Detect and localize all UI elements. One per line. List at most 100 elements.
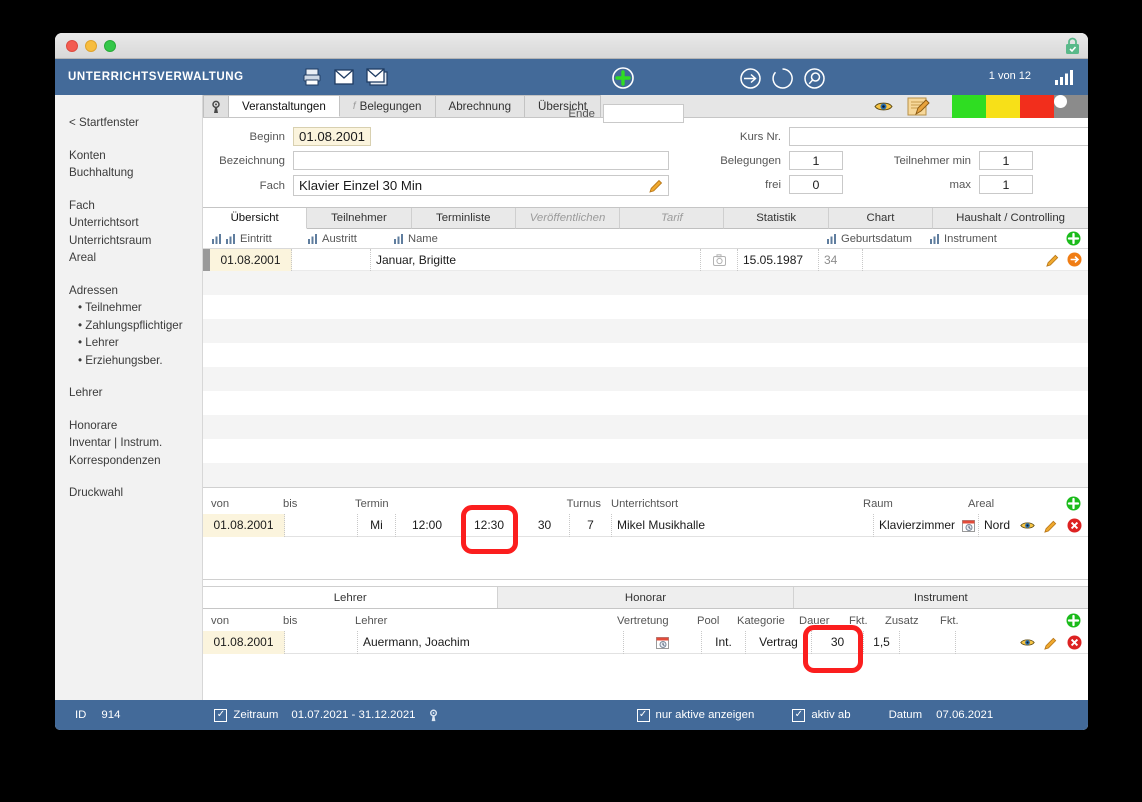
calendar-clock-icon[interactable] bbox=[962, 519, 975, 532]
beginn-input[interactable]: 01.08.2001 bbox=[293, 127, 371, 146]
table-row[interactable]: 01.08.2001 Januar, Brigitte 15.05.1987 3… bbox=[203, 248, 1088, 271]
sidebar-item-druckwahl[interactable]: Druckwahl bbox=[69, 484, 202, 502]
sidebar-back-startfenster[interactable]: < Startfenster bbox=[69, 114, 202, 132]
delete-circle-red-icon[interactable] bbox=[1067, 518, 1082, 533]
frei-input[interactable]: 0 bbox=[789, 175, 843, 194]
cell-termin-bis[interactable] bbox=[285, 513, 358, 537]
col-eintritt[interactable]: Eintritt bbox=[240, 233, 308, 245]
mail-stack-icon[interactable] bbox=[366, 68, 388, 86]
datum-value[interactable]: 07.06.2021 bbox=[936, 709, 993, 721]
cell-vertretung[interactable] bbox=[624, 630, 702, 654]
ende-input[interactable] bbox=[603, 104, 684, 123]
cell-zeit-von[interactable]: 12:00 bbox=[396, 514, 458, 537]
cell-eintritt[interactable]: 01.08.2001 bbox=[210, 248, 292, 271]
gear-icon[interactable] bbox=[427, 708, 441, 722]
sidebar-item-korrespondenzen[interactable]: Korrespondenzen bbox=[69, 452, 202, 470]
cell-name[interactable]: Januar, Brigitte bbox=[371, 248, 701, 271]
tab-veranstaltungen[interactable]: Veranstaltungen bbox=[229, 95, 340, 117]
tab-uebersicht[interactable]: Übersicht bbox=[203, 208, 308, 229]
belegungen-input[interactable]: 1 bbox=[789, 151, 843, 170]
sort-icon[interactable] bbox=[226, 233, 236, 244]
delete-circle-red-icon[interactable] bbox=[1067, 635, 1082, 650]
sidebar-item-fach[interactable]: Fach bbox=[69, 197, 202, 215]
calendar-clock-icon[interactable] bbox=[656, 636, 669, 649]
sort-icon[interactable] bbox=[212, 233, 222, 244]
arrow-right-circle-orange-icon[interactable] bbox=[1067, 252, 1082, 267]
pencil-icon[interactable] bbox=[1044, 636, 1058, 650]
bezeichnung-input[interactable] bbox=[293, 151, 669, 170]
cell-raum[interactable]: Klavierzimmer bbox=[874, 514, 962, 537]
tab-abrechnung[interactable]: Abrechnung bbox=[435, 95, 526, 117]
tab-teilnehmer[interactable]: Teilnehmer bbox=[307, 208, 412, 229]
col-raum[interactable]: Raum bbox=[863, 498, 968, 510]
tab-lehrer[interactable]: Lehrer bbox=[203, 587, 499, 608]
sidebar-item-erziehungsber[interactable]: Erziehungsber. bbox=[69, 352, 202, 370]
add-record-icon[interactable] bbox=[612, 67, 634, 89]
sidebar-item-areal[interactable]: Areal bbox=[69, 249, 202, 267]
printer-icon[interactable] bbox=[302, 67, 322, 87]
col-fkt2[interactable]: Fkt. bbox=[940, 615, 959, 627]
search-circle-icon[interactable] bbox=[804, 68, 825, 89]
col-name[interactable]: Name bbox=[408, 233, 827, 245]
sidebar-item-konten[interactable]: Konten bbox=[69, 147, 202, 165]
tab-settings-button[interactable] bbox=[203, 95, 229, 117]
tab-statistik[interactable]: Statistik bbox=[724, 208, 829, 229]
sort-icon[interactable] bbox=[930, 233, 940, 244]
cell-geburtsdatum[interactable]: 15.05.1987 bbox=[737, 248, 819, 271]
tab-honorar[interactable]: Honorar bbox=[498, 587, 794, 608]
pencil-icon[interactable] bbox=[1044, 519, 1058, 533]
status-light-yellow[interactable] bbox=[986, 95, 1020, 118]
nur-aktive-checkbox[interactable]: ✓ bbox=[636, 708, 650, 722]
plus-circle-green-icon[interactable] bbox=[1066, 231, 1081, 246]
cell-zusatz[interactable] bbox=[900, 630, 956, 654]
sort-icon[interactable] bbox=[308, 233, 318, 244]
note-edit-icon[interactable] bbox=[907, 96, 930, 117]
cell-dauer-minuten[interactable]: 30 bbox=[520, 513, 570, 537]
col-turnus[interactable]: Turnus bbox=[525, 498, 601, 510]
cell-fkt1[interactable]: 1,5 bbox=[864, 630, 900, 654]
status-light-red[interactable] bbox=[1020, 95, 1054, 118]
col-unterrichtsort[interactable]: Unterrichtsort bbox=[601, 498, 863, 510]
col-termin-von[interactable]: von bbox=[203, 498, 283, 510]
sidebar-item-buchhaltung[interactable]: Buchhaltung bbox=[69, 164, 202, 182]
col-zusatz[interactable]: Zusatz bbox=[885, 615, 940, 627]
cell-kategorie[interactable]: Vertrag bbox=[746, 630, 812, 654]
col-dauer[interactable]: Dauer bbox=[799, 615, 849, 627]
col-lehrer-bis[interactable]: bis bbox=[283, 615, 355, 627]
max-input[interactable]: 1 bbox=[979, 175, 1033, 194]
cell-pool[interactable]: Int. bbox=[702, 630, 746, 654]
arrow-right-circle-icon[interactable] bbox=[740, 68, 761, 89]
plus-circle-green-icon[interactable] bbox=[1066, 613, 1081, 628]
sort-icon[interactable] bbox=[827, 233, 837, 244]
bar-chart-icon[interactable] bbox=[1054, 69, 1074, 85]
sidebar-item-unterrichtsort[interactable]: Unterrichtsort bbox=[69, 214, 202, 232]
sidebar-item-unterrichtsraum[interactable]: Unterrichtsraum bbox=[69, 232, 202, 250]
cell-lehrer-von[interactable]: 01.08.2001 bbox=[203, 630, 285, 654]
tab-haushalt-controlling[interactable]: Haushalt / Controlling bbox=[933, 208, 1088, 229]
sidebar-item-lehrer[interactable]: Lehrer bbox=[69, 384, 202, 402]
col-lehrer-von[interactable]: von bbox=[203, 615, 283, 627]
sidebar-item-adressen[interactable]: Adressen bbox=[69, 282, 202, 300]
col-geburtsdatum[interactable]: Geburtsdatum bbox=[841, 233, 930, 245]
cell-unterrichtsort[interactable]: Mikel Musikhalle bbox=[612, 513, 874, 537]
sort-icon[interactable] bbox=[394, 233, 404, 244]
mail-icon[interactable] bbox=[334, 69, 354, 85]
camera-icon[interactable] bbox=[712, 253, 726, 266]
status-light-green[interactable] bbox=[952, 95, 986, 118]
zoom-button[interactable] bbox=[104, 40, 116, 52]
tab-veroeffentlichen[interactable]: Veröffentlichen bbox=[515, 208, 621, 229]
table-row[interactable]: 01.08.2001 Auermann, Joachim Int. Vertra… bbox=[203, 630, 1088, 654]
table-row[interactable]: 01.08.2001 Mi 12:00 12:30 30 7 Mikel Mus… bbox=[203, 513, 1088, 537]
close-button[interactable] bbox=[66, 40, 78, 52]
fach-input[interactable]: Klavier Einzel 30 Min bbox=[293, 175, 669, 196]
cell-lehrer-name[interactable]: Auermann, Joachim bbox=[358, 630, 624, 654]
eye-icon[interactable] bbox=[1020, 520, 1035, 531]
col-termin-bis[interactable]: bis bbox=[283, 498, 355, 510]
cell-wochentag[interactable]: Mi bbox=[358, 513, 396, 537]
col-instrument[interactable]: Instrument bbox=[944, 233, 997, 245]
col-areal[interactable]: Areal bbox=[968, 498, 994, 510]
sidebar-item-lehrer-adresse[interactable]: Lehrer bbox=[69, 334, 202, 352]
col-vertretung[interactable]: Vertretung bbox=[617, 615, 697, 627]
sidebar-item-teilnehmer[interactable]: Teilnehmer bbox=[69, 299, 202, 317]
tab-chart[interactable]: Chart bbox=[828, 208, 934, 229]
